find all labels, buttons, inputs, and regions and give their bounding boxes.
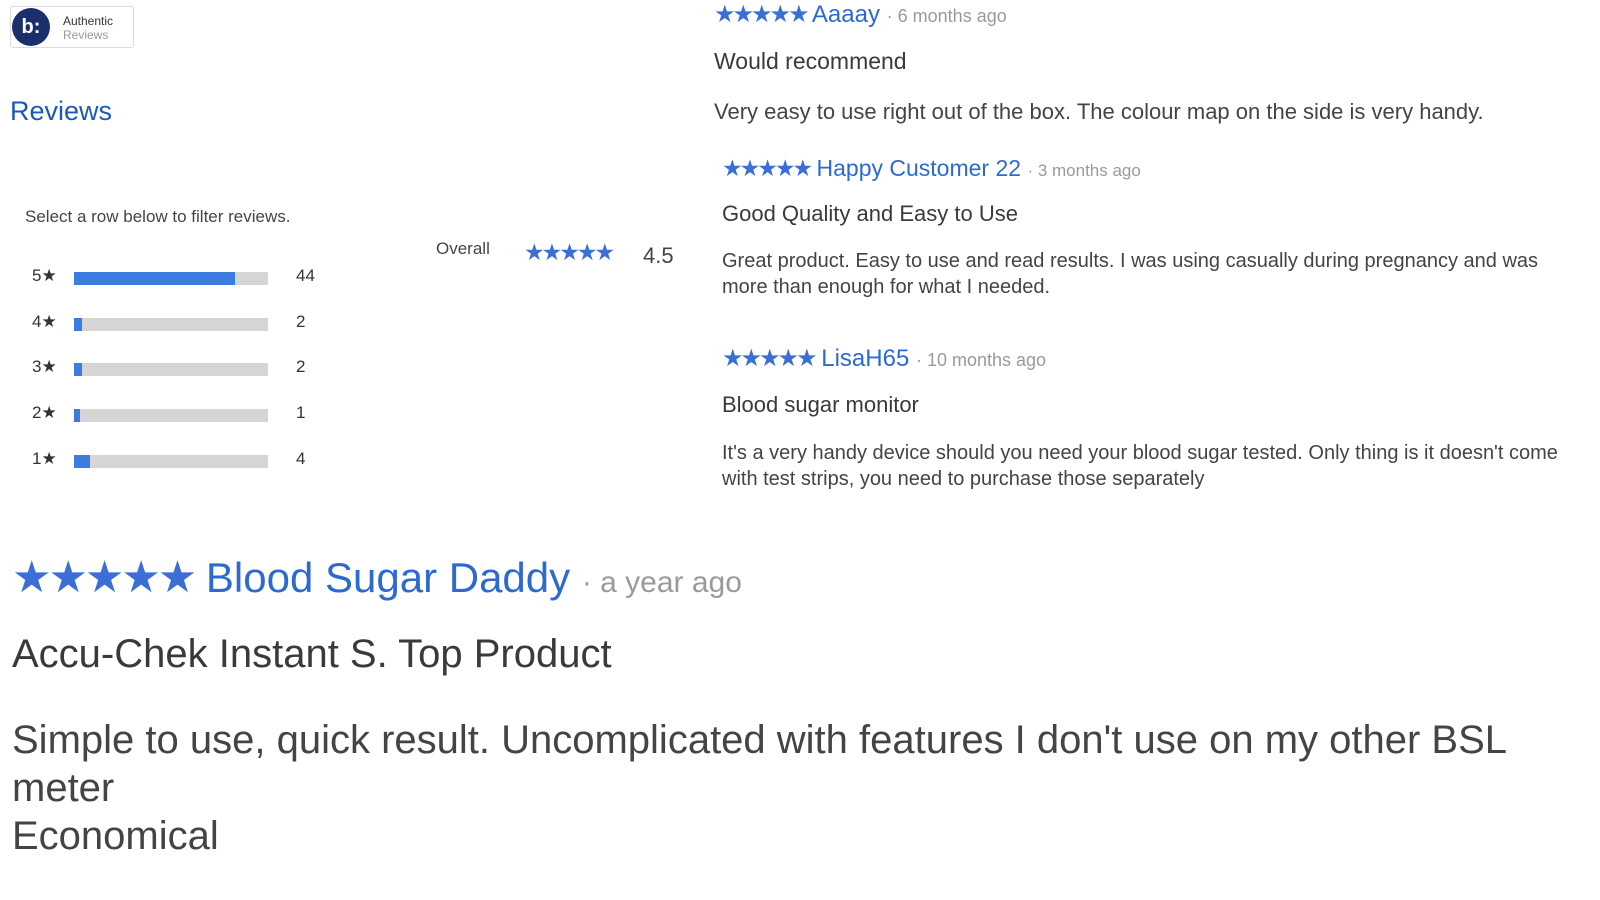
overall-score: 4.5 [643,243,674,268]
rating-row-label: 5★ [32,266,57,285]
logo-line2: Reviews [63,28,109,42]
rating-bar [74,409,268,422]
rating-bar-fill [74,272,236,285]
rating-bar [74,272,268,285]
rating-row-5[interactable]: 5★ 44 [32,266,332,290]
review-body: Very easy to use right out of the box. T… [714,99,1484,124]
review-author: Happy Customer 22 [816,155,1022,181]
rating-row-count: 2 [296,357,306,376]
review-header: ★★★★★ Aaaay · 6 months ago [714,0,1007,29]
rating-row-4[interactable]: 4★ 2 [32,312,332,336]
review-title: Would recommend [714,48,907,74]
review-body: It's a very handy device should you need… [722,442,1558,490]
rating-row-count: 4 [296,449,306,468]
rating-bar [74,318,268,331]
review-author: Blood Sugar Daddy [205,554,571,601]
review-header: ★★★★★ LisaH65 · 10 months ago [722,344,1046,373]
logo-line1: Authentic [63,14,114,28]
review-title: Good Quality and Easy to Use [722,201,1018,226]
review-header: ★★★★★ Blood Sugar Daddy · a year ago [12,552,742,603]
rating-row-label: 2★ [32,403,57,422]
review-body: Great product. Easy to use and read resu… [722,250,1539,298]
rating-bar-fill [74,363,82,376]
review-time: · 6 months ago [886,6,1007,26]
overall-stars-icon: ★★★★★ [524,239,615,265]
review-header: ★★★★★ Happy Customer 22 · 3 months ago [722,155,1141,182]
filter-hint: Select a row below to filter reviews. [25,207,291,226]
review-title: Blood sugar monitor [722,392,919,417]
review-author: Aaaay [811,1,880,28]
rating-row-label: 3★ [32,357,57,376]
overall-label: Overall [436,239,490,258]
rating-row-count: 1 [296,403,306,422]
logo-icon: b: [12,8,50,46]
rating-row-label: 4★ [32,312,57,331]
review-author: LisaH65 [821,345,910,372]
review-stars-icon: ★★★★★ [722,345,818,372]
rating-row-count: 44 [296,266,315,285]
review-stars-icon: ★★★★★ [722,155,813,181]
review-time: · a year ago [581,566,742,599]
review-stars-icon: ★★★★★ [714,1,810,28]
rating-bar-fill [74,455,90,468]
reviews-heading: Reviews [10,96,113,126]
rating-bar [74,363,268,376]
review-body-line: Economical [12,814,219,858]
rating-bar [74,455,268,468]
rating-row-1[interactable]: 1★ 4 [32,449,332,473]
rating-row-3[interactable]: 3★ 2 [32,357,332,381]
rating-row-label: 1★ [32,449,57,468]
rating-bar-fill [74,318,82,331]
rating-row-count: 2 [296,312,306,331]
authentic-reviews-logo[interactable]: b: Authentic Reviews [10,6,134,48]
review-time: · 3 months ago [1027,161,1141,180]
review-body-line: Simple to use, quick result. Uncomplicat… [12,718,1506,810]
review-stars-icon: ★★★★★ [12,553,197,602]
rating-bar-fill [74,409,80,422]
review-time: · 10 months ago [915,350,1047,370]
review-body: Simple to use, quick result. Uncomplicat… [12,716,1582,860]
rating-row-2[interactable]: 2★ 1 [32,403,332,427]
review-title: Accu-Chek Instant S. Top Product [12,632,612,676]
